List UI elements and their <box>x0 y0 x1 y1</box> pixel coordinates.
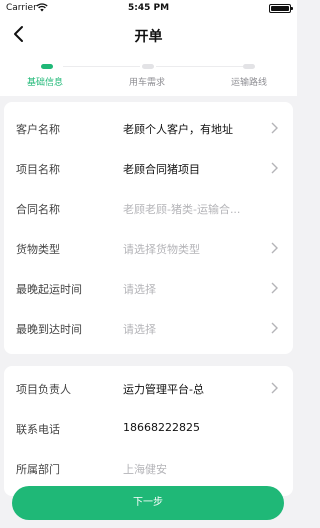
next-step-button[interactable]: 下一步 <box>12 486 284 520</box>
chevron-right-icon <box>271 242 278 254</box>
contract-name-row: 合同名称 老顾老顾-猪类-运输合... <box>4 188 293 228</box>
field-value: 老顾合同猪项目 <box>123 163 200 176</box>
latest-arrival-time-row[interactable]: 最晚到达时间 请选择 <box>4 308 293 348</box>
step-basic-info[interactable]: 基础信息 <box>0 54 100 96</box>
chevron-right-icon <box>271 322 278 334</box>
field-value: 18668222825 <box>123 421 200 434</box>
step-vehicle-requirements[interactable]: 用车需求 <box>98 54 198 96</box>
step-indicator: 基础信息 用车需求 运输路线 <box>0 54 297 96</box>
step-label: 运输路线 <box>231 78 268 88</box>
chevron-right-icon <box>271 282 278 294</box>
chevron-right-icon <box>271 162 278 174</box>
step-dot <box>41 64 53 69</box>
field-label: 合同名称 <box>16 203 60 216</box>
status-bar: Carrier 5:45 PM <box>0 0 297 16</box>
field-label: 最晚到达时间 <box>16 323 82 336</box>
latest-departure-time-row[interactable]: 最晚起运时间 请选择 <box>4 268 293 308</box>
customer-name-row[interactable]: 客户名称 老顾个人客户，有地址 <box>4 108 293 148</box>
field-placeholder: 请选择 <box>123 323 156 336</box>
clock-time: 5:45 PM <box>127 3 170 13</box>
field-label: 所属部门 <box>16 463 60 476</box>
field-label: 客户名称 <box>16 123 60 136</box>
step-transport-route[interactable]: 运输路线 <box>197 54 297 96</box>
field-label: 货物类型 <box>16 243 60 256</box>
field-value: 运力管理平台-总 <box>123 383 204 396</box>
basic-info-card: 客户名称 老顾个人客户，有地址 项目名称 老顾合同猪项目 合同名称 老顾老顾-猪… <box>4 102 293 354</box>
field-placeholder: 请选择 <box>123 283 156 296</box>
field-value: 上海健安 <box>123 463 167 476</box>
field-value: 老顾老顾-猪类-运输合... <box>123 203 241 216</box>
navigation-bar: 开单 <box>0 16 297 54</box>
page-title: 开单 <box>134 29 163 45</box>
step-label: 基础信息 <box>27 78 64 88</box>
field-placeholder: 请选择货物类型 <box>123 243 200 256</box>
project-owner-row[interactable]: 项目负责人 运力管理平台-总 <box>4 368 293 408</box>
field-value: 老顾个人客户，有地址 <box>123 123 233 136</box>
cargo-type-row[interactable]: 货物类型 请选择货物类型 <box>4 228 293 268</box>
bottom-action-bar: 下一步 <box>0 478 297 528</box>
contact-phone-row: 联系电话 18668222825 <box>4 408 293 448</box>
chevron-right-icon <box>271 122 278 134</box>
field-label: 最晚起运时间 <box>16 283 82 296</box>
chevron-right-icon <box>271 382 278 394</box>
step-label: 用车需求 <box>129 78 166 88</box>
field-label: 联系电话 <box>16 423 60 436</box>
step-dot <box>243 64 255 69</box>
step-dot <box>142 64 154 69</box>
field-label: 项目名称 <box>16 163 60 176</box>
battery-icon <box>269 4 293 13</box>
project-owner-card: 项目负责人 运力管理平台-总 联系电话 18668222825 所属部门 上海健… <box>4 366 293 496</box>
project-name-row[interactable]: 项目名称 老顾合同猪项目 <box>4 148 293 188</box>
field-label: 项目负责人 <box>16 383 71 396</box>
